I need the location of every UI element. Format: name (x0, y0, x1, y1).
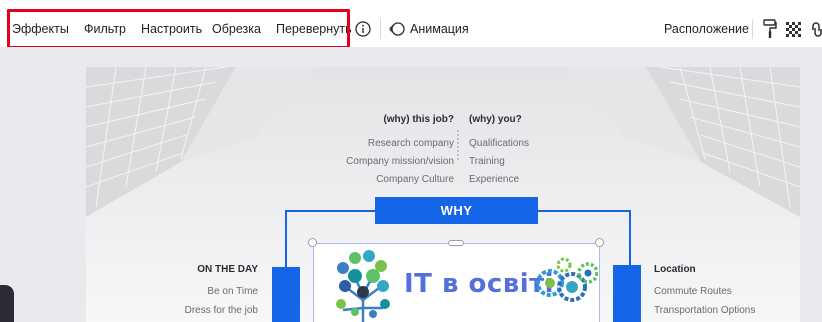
image-title: IT в освіті (404, 269, 555, 299)
resize-handle[interactable] (595, 238, 604, 247)
why-you-heading: (why) you? (469, 114, 522, 125)
filter-button[interactable]: Фильтр (84, 21, 126, 37)
blue-block-right (613, 265, 641, 322)
why-banner: WHY (375, 197, 538, 224)
list-item: Company mission/vision (346, 156, 454, 167)
location-heading: Location (654, 264, 696, 275)
animation-button[interactable]: Анимация (410, 21, 469, 37)
effects-button[interactable]: Эффекты (12, 21, 69, 37)
position-button[interactable]: Расположение (664, 21, 749, 37)
list-item: Research company (367, 138, 454, 149)
toolbar-divider (380, 19, 381, 39)
why-this-job-heading: (why) this job? (383, 114, 454, 125)
gears-icon (536, 257, 598, 302)
blue-block-left (272, 267, 300, 322)
list-item: Company Culture (376, 174, 454, 185)
adjust-button[interactable]: Настроить (141, 21, 202, 37)
resize-handle[interactable] (308, 238, 317, 247)
crop-button[interactable]: Обрезка (212, 21, 261, 37)
list-item: Training (469, 156, 505, 167)
flip-button[interactable]: Перевернуть (276, 21, 352, 37)
link-icon[interactable] (810, 22, 822, 37)
list-item: Dress for the job (184, 305, 258, 316)
slide-canvas[interactable]: (why) this job? (why) you? Research comp… (86, 67, 800, 322)
on-the-day-heading: ON THE DAY (197, 264, 258, 275)
list-item: Transportation Options (654, 305, 756, 316)
transparency-icon[interactable] (786, 22, 801, 37)
info-icon[interactable] (355, 21, 371, 37)
list-item: Experience (469, 174, 520, 185)
list-item: Qualifications (469, 138, 530, 149)
list-item: Be on Time (207, 286, 258, 297)
animation-icon[interactable] (389, 21, 405, 37)
toolbar-divider (752, 19, 753, 39)
side-panel-handle[interactable] (0, 285, 14, 322)
resize-handle[interactable] (448, 240, 464, 246)
paint-roller-icon[interactable] (763, 19, 777, 39)
list-item: Commute Routes (654, 286, 732, 297)
tech-tree-icon (336, 250, 390, 322)
